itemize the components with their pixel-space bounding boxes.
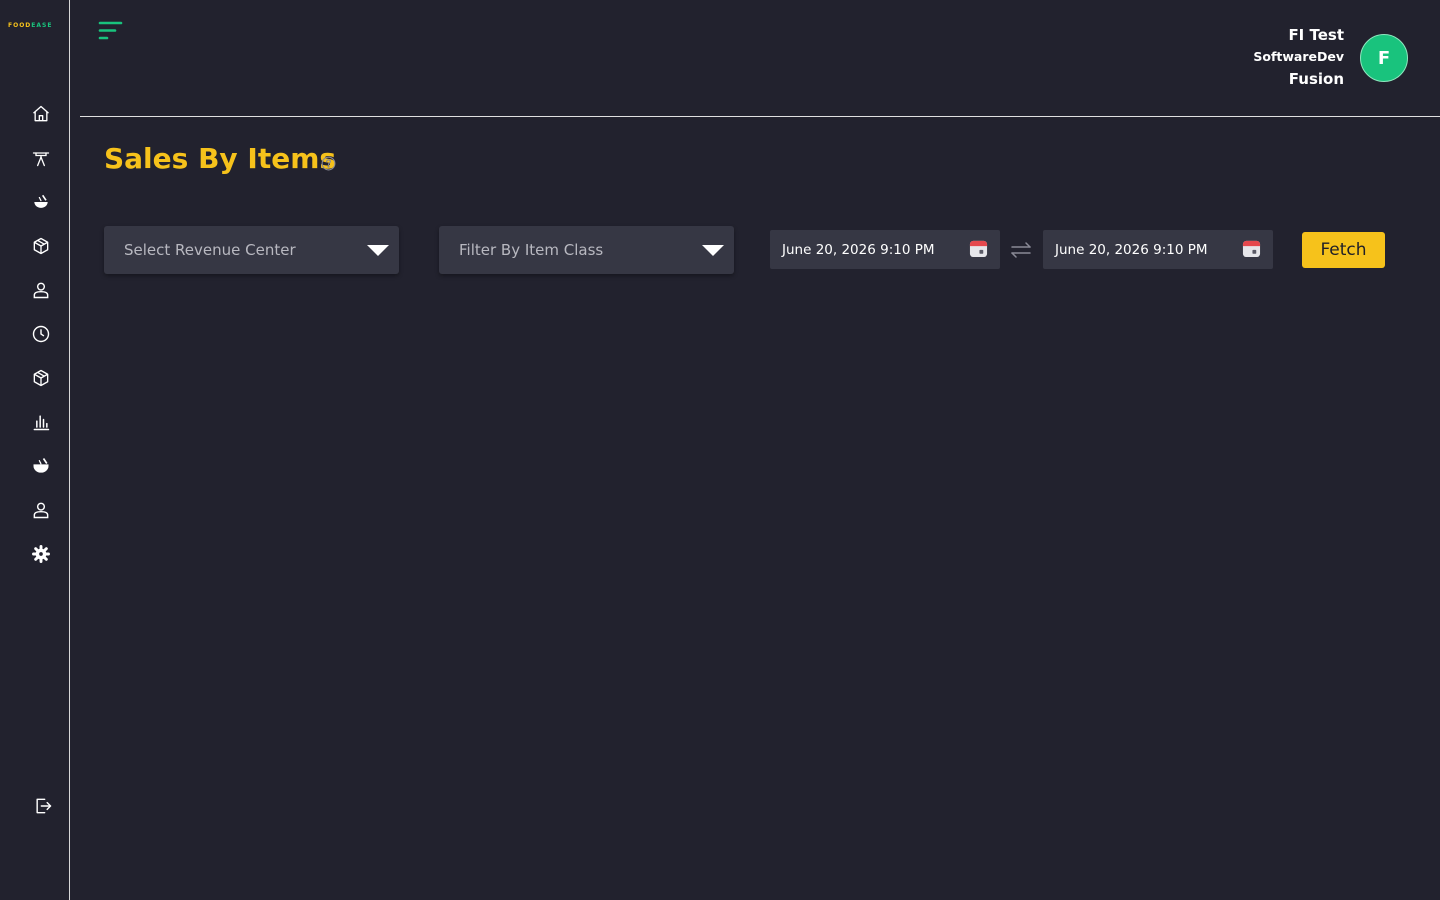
settings-icon <box>32 545 50 563</box>
swap-arrows-icon <box>1011 242 1031 258</box>
menu-icon <box>98 21 123 40</box>
user-icon <box>33 502 49 519</box>
revenue-center-placeholder: Select Revenue Center <box>124 241 296 259</box>
fetch-button[interactable]: Fetch <box>1302 232 1385 268</box>
chevron-down-icon <box>702 245 724 256</box>
sidebar-item-users[interactable] <box>30 499 52 521</box>
end-date-value: June 20, 2026 9:10 PM <box>1055 241 1208 258</box>
avatar[interactable]: F <box>1360 34 1408 82</box>
user-org-line1: SoftwareDev <box>1253 49 1344 64</box>
sidebar-item-history[interactable] <box>30 323 52 345</box>
sidebar: FOODEASE <box>0 0 70 900</box>
chevron-down-icon <box>367 245 389 256</box>
header-divider <box>80 116 1440 117</box>
revenue-center-select[interactable]: Select Revenue Center <box>104 226 399 274</box>
sidebar-item-staff[interactable] <box>30 279 52 301</box>
sidebar-item-settings[interactable] <box>30 543 52 565</box>
start-date-field[interactable]: June 20, 2026 9:10 PM <box>770 230 1000 269</box>
bar-chart-icon <box>33 415 50 431</box>
sidebar-item-inventory[interactable] <box>30 235 52 257</box>
brand-logo[interactable]: FOODEASE <box>8 22 52 29</box>
user-name: FI Test <box>1288 26 1344 44</box>
page-title: Sales By Items <box>104 142 337 175</box>
sidebar-item-home[interactable] <box>30 103 52 125</box>
food-filled-icon <box>33 458 49 473</box>
item-class-placeholder: Filter By Item Class <box>459 241 604 259</box>
user-info: FI Test SoftwareDev Fusion <box>1253 24 1344 90</box>
logo-food-text: FOOD <box>8 22 32 29</box>
calendar-icon[interactable] <box>1242 239 1261 258</box>
sidebar-item-packages[interactable] <box>30 367 52 389</box>
logout-icon <box>36 798 52 814</box>
calendar-icon[interactable] <box>969 239 988 258</box>
start-date-value: June 20, 2026 9:10 PM <box>782 241 935 258</box>
package-icon <box>33 369 49 387</box>
food-icon <box>34 194 48 208</box>
menu-toggle-button[interactable] <box>98 20 124 42</box>
sidebar-item-menu[interactable] <box>30 455 52 477</box>
box-icon <box>33 237 49 255</box>
user-icon <box>33 282 49 299</box>
item-class-select[interactable]: Filter By Item Class <box>439 226 734 274</box>
clock-icon <box>32 325 50 343</box>
logo-ease-text: EASE <box>31 22 53 29</box>
end-date-field[interactable]: June 20, 2026 9:10 PM <box>1043 230 1273 269</box>
sidebar-item-food[interactable] <box>30 191 52 213</box>
dining-table-icon <box>32 152 50 167</box>
home-icon <box>33 105 49 122</box>
sidebar-item-tables[interactable] <box>30 147 52 169</box>
help-icon[interactable] <box>321 156 336 171</box>
sidebar-item-reports[interactable] <box>30 411 52 433</box>
logout-button[interactable] <box>32 795 54 817</box>
user-org-line2: Fusion <box>1288 70 1344 88</box>
